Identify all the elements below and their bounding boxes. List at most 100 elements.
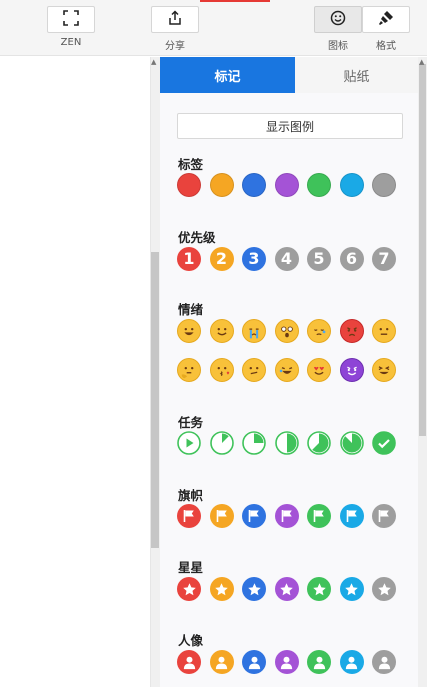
canvas-area[interactable] (0, 57, 150, 687)
grinning-face-icon[interactable] (177, 319, 201, 343)
priority-6-icon[interactable]: 6 (339, 247, 364, 271)
tag-color-dot-5[interactable] (307, 173, 331, 197)
share-button[interactable] (151, 6, 199, 33)
task-progress-icon-2[interactable] (209, 431, 234, 455)
flag-icon-6[interactable] (339, 504, 364, 528)
heart-eyes-face-icon[interactable] (307, 358, 331, 382)
tag-color-dot-4[interactable] (274, 173, 299, 197)
kissing-face-icon[interactable] (209, 358, 234, 382)
tag-color-dot-7[interactable] (372, 173, 396, 197)
neutral-face-icon[interactable] (372, 319, 396, 343)
task-progress-icon-7[interactable] (372, 431, 396, 455)
star-icon-5[interactable] (307, 577, 331, 601)
priority-number: 2 (215, 249, 228, 268)
share-icon (167, 9, 183, 30)
show-legend-button[interactable]: 显示图例 (177, 113, 403, 139)
priority-row: 1 2 3 4 5 6 7 (177, 247, 405, 271)
section-title-star: 星星 (178, 560, 204, 575)
star-icon-4[interactable] (274, 577, 299, 601)
astonished-face-icon[interactable] (274, 319, 299, 343)
person-icon-1[interactable] (177, 650, 201, 674)
priority-number: 1 (183, 249, 195, 268)
tag-color-dot-1[interactable] (177, 173, 201, 197)
panel-scroll-up-arrow-icon[interactable]: ▲ (419, 58, 424, 66)
tab-markers[interactable]: 标记 (160, 57, 295, 93)
priority-number: 6 (345, 249, 358, 268)
mood-row-1 (177, 319, 405, 343)
priority-1-icon[interactable]: 1 (177, 247, 201, 271)
flag-row (177, 504, 405, 528)
section-title-tags: 标签 (178, 157, 204, 172)
scroll-up-arrow-icon[interactable]: ▲ (151, 58, 156, 66)
icon-panel-button[interactable] (314, 6, 362, 33)
smiley-icon (330, 10, 346, 30)
person-icon-3[interactable] (242, 650, 266, 674)
task-progress-icon-4[interactable] (274, 431, 299, 455)
fullscreen-icon (63, 9, 79, 30)
star-row (177, 577, 405, 601)
star-icon-7[interactable] (372, 577, 396, 601)
star-icon-6[interactable] (339, 577, 364, 601)
priority-number: 5 (313, 249, 325, 268)
tag-color-dot-2[interactable] (209, 173, 234, 197)
person-icon-7[interactable] (372, 650, 396, 674)
priority-2-icon[interactable]: 2 (209, 247, 234, 271)
squinting-face-icon[interactable] (372, 358, 396, 382)
priority-number: 4 (280, 249, 293, 268)
active-indicator (200, 0, 270, 2)
zen-label: ZEN (60, 37, 82, 48)
mood-row-2 (177, 358, 405, 382)
priority-number: 3 (248, 249, 260, 268)
tag-color-dot-6[interactable] (339, 173, 364, 197)
person-icon-5[interactable] (307, 650, 331, 674)
section-title-mood: 情绪 (178, 302, 204, 317)
laughing-face-icon[interactable] (274, 358, 299, 382)
section-title-priority: 优先级 (178, 230, 216, 245)
tag-color-dot-3[interactable] (242, 173, 266, 197)
confused-face-icon[interactable] (242, 358, 266, 382)
star-icon-3[interactable] (242, 577, 266, 601)
canvas-scrollbar-thumb[interactable] (151, 252, 159, 548)
priority-7-icon[interactable]: 7 (372, 247, 396, 271)
task-progress-icon-6[interactable] (339, 431, 364, 455)
flag-icon-3[interactable] (242, 504, 266, 528)
task-progress-icon-5[interactable] (307, 431, 331, 455)
panel-tabs: 标记 贴纸 (160, 57, 418, 93)
thinking-face-icon[interactable] (177, 358, 201, 382)
tab-stickers[interactable]: 贴纸 (295, 57, 418, 93)
flag-icon-4[interactable] (274, 504, 299, 528)
person-icon-4[interactable] (274, 650, 299, 674)
task-progress-icon-3[interactable] (242, 431, 266, 455)
task-progress-icon-1[interactable] (177, 431, 201, 455)
priority-number: 7 (378, 249, 390, 268)
brush-icon (378, 10, 394, 30)
star-icon-2[interactable] (209, 577, 234, 601)
flag-icon-5[interactable] (307, 504, 331, 528)
devil-face-icon[interactable] (339, 358, 364, 382)
flag-icon-7[interactable] (372, 504, 396, 528)
marker-panel: 标记 贴纸 显示图例 标签 优先级 1 2 3 4 5 6 7 情绪 任务 旗帜 星星 人像 (160, 57, 418, 687)
crying-face-icon[interactable] (242, 319, 266, 343)
section-title-person: 人像 (178, 633, 204, 648)
share-label: 分享 (165, 41, 185, 52)
priority-3-icon[interactable]: 3 (242, 247, 266, 271)
panel-scrollbar-thumb[interactable] (419, 64, 426, 436)
zen-mode-button[interactable] (47, 6, 95, 33)
format-label: 格式 (376, 41, 396, 52)
person-icon-2[interactable] (209, 650, 234, 674)
priority-4-icon[interactable]: 4 (274, 247, 299, 271)
section-title-flag: 旗帜 (178, 488, 204, 503)
format-button[interactable] (362, 6, 410, 33)
flag-icon-2[interactable] (209, 504, 234, 528)
person-row (177, 650, 405, 674)
section-title-task: 任务 (178, 415, 204, 430)
angry-face-icon[interactable] (339, 319, 364, 343)
star-icon-1[interactable] (177, 577, 201, 601)
person-icon-6[interactable] (339, 650, 364, 674)
sleepy-face-icon[interactable] (307, 319, 331, 343)
flag-icon-1[interactable] (177, 504, 201, 528)
top-toolbar: ZEN 分享 图标 格式 (0, 0, 427, 56)
task-progress-row (177, 431, 405, 455)
priority-5-icon[interactable]: 5 (307, 247, 331, 271)
smiling-face-icon[interactable] (209, 319, 234, 343)
